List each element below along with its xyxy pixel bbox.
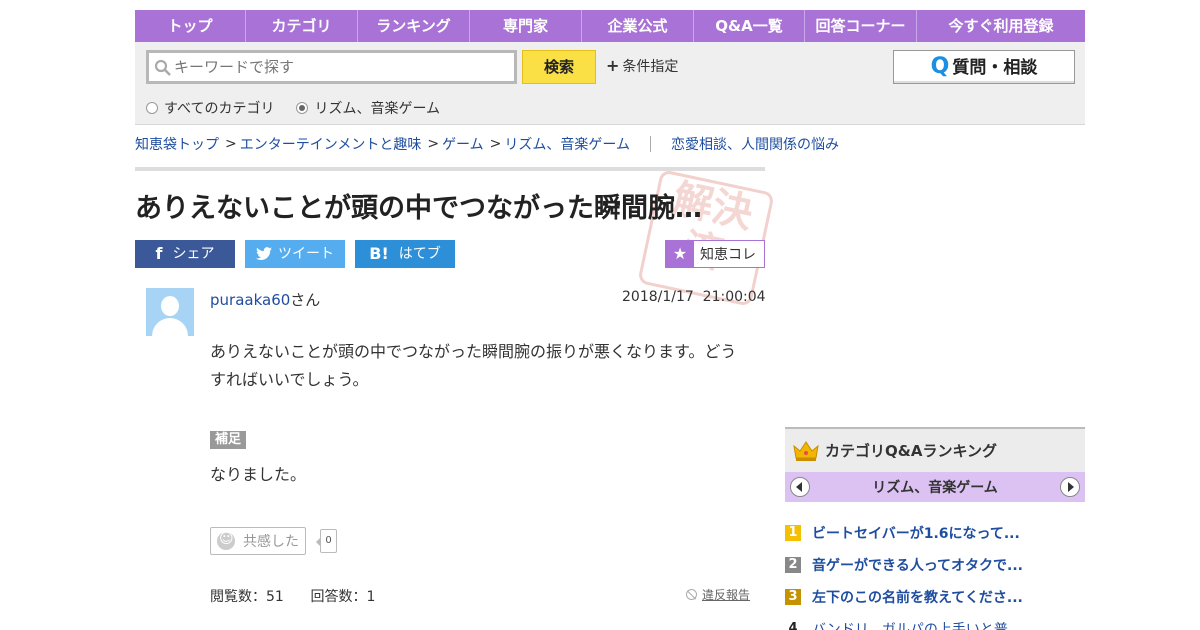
supplement-label: 補足 <box>210 431 247 449</box>
radio-label: すべてのカテゴリ <box>164 101 275 117</box>
breadcrumb: 知恵袋トップ > エンターテインメントと趣味 > ゲーム > リズム、音楽ゲーム… <box>135 134 839 154</box>
share-label: シェア <box>172 246 215 262</box>
ask-label: 質問・相談 <box>952 58 1038 78</box>
search-box[interactable] <box>146 50 517 84</box>
tweet-label: ツイート <box>278 246 334 262</box>
category-radios: すべてのカテゴリ リズム、音楽ゲーム <box>146 98 462 118</box>
ranking-category-bar: リズム、音楽ゲーム <box>785 472 1085 502</box>
condition-link[interactable]: + 条件指定 <box>606 56 678 76</box>
report-label: 違反報告 <box>702 588 751 602</box>
search-button[interactable]: 検索 <box>522 50 596 84</box>
author-suffix: さん <box>290 291 321 309</box>
q-icon: Q <box>930 54 950 79</box>
nav-category[interactable]: カテゴリ <box>246 10 358 42</box>
ask-question-button[interactable]: Q 質問・相談 <box>893 50 1075 84</box>
search-panel: 検索 +条件指定 Q質問・相談 すべてのカテゴリ リズム、音楽ゲーム <box>135 42 1085 125</box>
prev-arrow-icon[interactable] <box>790 477 810 497</box>
rank-number: 3 <box>785 589 801 605</box>
breadcrumb-divider <box>649 136 651 152</box>
plus-icon: + <box>606 56 620 75</box>
ranking-title: カテゴリQ&Aランキング <box>825 442 997 460</box>
nav-answer-corner[interactable]: 回答コーナー <box>805 10 917 42</box>
question-body: ありえないことが頭の中でつながった瞬間腕の振りが悪くなります。どうすればいいでし… <box>210 342 737 389</box>
twitter-share-button[interactable]: ツイート <box>245 240 345 268</box>
radio-rhythm-games[interactable]: リズム、音楽ゲーム <box>296 98 440 118</box>
empathy-button[interactable]: 共感した <box>210 527 306 555</box>
empathy-count: 0 <box>316 529 337 553</box>
post-date: 2018/1/17 21:00:04 <box>622 289 766 305</box>
ranking-item: 2 音ゲーができる人ってオタクで... <box>785 549 1085 581</box>
nav-ranking[interactable]: ランキング <box>358 10 470 42</box>
radio-label: リズム、音楽ゲーム <box>314 101 441 117</box>
ranking-item: 3 左下のこの名前を教えてくださ... <box>785 581 1085 613</box>
nav-register[interactable]: 今すぐ利用登録 <box>917 10 1085 42</box>
rank-number: 1 <box>785 525 801 541</box>
ranking-link[interactable]: 音ゲーができる人ってオタクで... <box>812 555 1023 575</box>
facebook-icon: f <box>155 244 163 263</box>
smile-icon <box>217 531 235 550</box>
page: トップ カテゴリ ランキング 専門家 企業公式 Q&A一覧 回答コーナー 今すぐ… <box>0 0 1200 630</box>
nav-official[interactable]: 企業公式 <box>582 10 694 42</box>
avatar-body <box>152 318 188 336</box>
next-arrow-icon[interactable] <box>1060 477 1080 497</box>
breadcrumb-separator: > <box>427 136 440 152</box>
question-author: puraaka60さん <box>210 289 320 310</box>
ranking-item: 4 バンドリ、ガルパの上手いと普... <box>785 613 1085 630</box>
ranking-header: カテゴリQ&Aランキング <box>785 427 1085 472</box>
breadcrumb-top[interactable]: 知恵袋トップ <box>135 134 219 154</box>
twitter-icon <box>256 247 272 260</box>
ranking-link[interactable]: ビートセイバーが1.6になって... <box>812 523 1020 543</box>
ranking-category-name: リズム、音楽ゲーム <box>872 480 998 496</box>
ranking-link[interactable]: バンドリ、ガルパの上手いと普... <box>812 619 1021 630</box>
search-input[interactable] <box>174 56 504 78</box>
crown-icon <box>793 440 819 461</box>
report-link[interactable]: 違反報告 <box>686 586 750 603</box>
chiekore-button[interactable]: ★ 知恵コレ <box>665 240 765 268</box>
breadcrumb-rhythm[interactable]: リズム、音楽ゲーム <box>504 134 630 154</box>
empathy-label: 共感した <box>243 534 299 550</box>
breadcrumb-game[interactable]: ゲーム <box>442 134 484 154</box>
chiekore-label: 知恵コレ <box>700 247 756 263</box>
hatena-label: はてブ <box>398 246 441 262</box>
related-category-link[interactable]: 恋愛相談、人間関係の悩み <box>671 134 839 154</box>
prohibited-icon <box>686 589 697 600</box>
nav-experts[interactable]: 専門家 <box>470 10 582 42</box>
nav-top[interactable]: トップ <box>135 10 246 42</box>
ranking-item: 1 ビートセイバーが1.6になって... <box>785 517 1085 549</box>
condition-label: 条件指定 <box>622 59 679 75</box>
top-nav: トップ カテゴリ ランキング 専門家 企業公式 Q&A一覧 回答コーナー 今すぐ… <box>135 10 1085 42</box>
hatena-bookmark-button[interactable]: B! はてブ <box>355 240 455 268</box>
ranking-list: 1 ビートセイバーが1.6になって... 2 音ゲーができる人ってオタクで...… <box>785 517 1085 630</box>
hatena-icon: B! <box>369 244 389 263</box>
avatar-head <box>161 296 179 316</box>
breadcrumb-separator: > <box>489 136 502 152</box>
search-icon <box>154 59 171 76</box>
question-title: ありえないことが頭の中でつながった瞬間腕… <box>135 193 702 224</box>
star-icon: ★ <box>666 241 694 267</box>
radio-dot-icon <box>146 102 158 114</box>
breadcrumb-entertainment[interactable]: エンターテインメントと趣味 <box>240 134 422 154</box>
category-ranking: カテゴリQ&Aランキング リズム、音楽ゲーム 1 ビートセイバーが1.6になって… <box>785 427 1085 630</box>
author-link[interactable]: puraaka60 <box>210 291 290 309</box>
question-stats: 閲覧数：51 回答数：1 <box>210 589 376 605</box>
breadcrumb-separator: > <box>225 136 237 152</box>
facebook-share-button[interactable]: f シェア <box>135 240 235 268</box>
rank-number: 2 <box>785 557 801 573</box>
rank-number: 4 <box>788 621 798 630</box>
nav-qa-list[interactable]: Q&A一覧 <box>694 10 805 42</box>
supplement-text: なりました。 <box>210 465 307 484</box>
ranking-link[interactable]: 左下のこの名前を教えてくださ... <box>812 587 1023 607</box>
avatar[interactable] <box>146 288 194 336</box>
radio-dot-selected-icon <box>296 102 309 114</box>
radio-all-categories[interactable]: すべてのカテゴリ <box>146 98 274 118</box>
